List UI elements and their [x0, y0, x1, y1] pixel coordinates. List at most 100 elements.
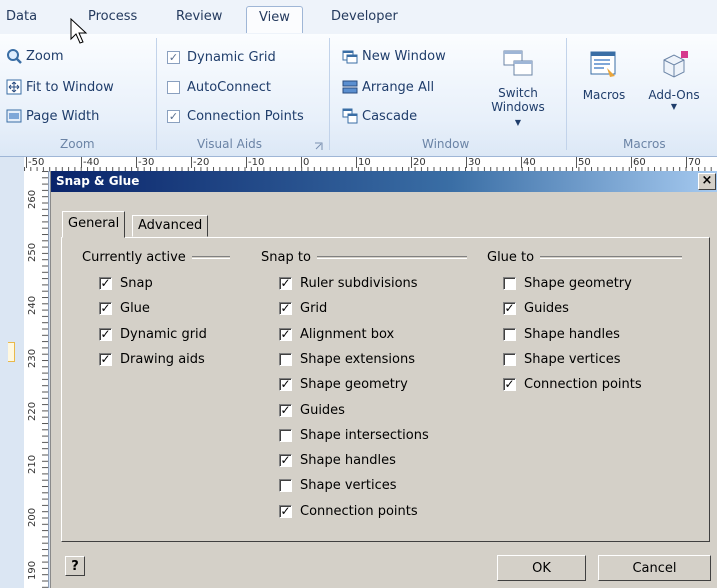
section-divider — [316, 256, 467, 259]
checkbox-label: Shape handles — [300, 453, 396, 469]
tab-review[interactable]: Review — [176, 9, 222, 24]
glue-to-checkbox[interactable]: Shape vertices — [503, 352, 621, 367]
cancel-button[interactable]: Cancel — [598, 555, 711, 581]
macros-label: Macros — [582, 88, 626, 102]
snap-to-checkbox[interactable]: Shape intersections — [279, 428, 429, 443]
ok-button[interactable]: OK — [497, 555, 586, 581]
currently-active-checkbox[interactable]: ✓ Snap — [99, 276, 153, 291]
checkbox-icon — [167, 81, 180, 94]
dynamic-grid-checkbox[interactable]: ✓ Dynamic Grid — [167, 50, 276, 65]
tab-data[interactable]: Data — [6, 9, 37, 24]
checkbox-icon — [279, 479, 292, 493]
snap-to-checkbox[interactable]: ✓ Grid — [279, 301, 327, 316]
switch-windows-button[interactable]: Switch Windows ▼ — [480, 48, 556, 128]
checkbox-icon: ✓ — [279, 453, 292, 468]
help-button[interactable]: ? — [65, 556, 85, 576]
checkbox-icon: ✓ — [99, 326, 112, 341]
snap-to-checkbox[interactable]: ✓ Connection points — [279, 504, 418, 519]
snap-to-checkbox[interactable]: ✓ Guides — [279, 403, 345, 418]
macros-button[interactable]: Macros — [575, 48, 633, 102]
snap-to-checkbox[interactable]: ✓ Alignment box — [279, 327, 394, 342]
glue-to-checkbox[interactable]: Shape handles — [503, 327, 620, 342]
glue-to-checkbox[interactable]: ✓ Guides — [503, 301, 569, 316]
ruler-label: 230 — [27, 348, 38, 368]
ruler-label: -10 — [246, 157, 265, 168]
page-width-button[interactable]: Page Width — [6, 108, 99, 124]
ruler-label: 50 — [576, 157, 591, 168]
snap-to-checkbox[interactable]: ✓ Shape handles — [279, 453, 396, 468]
dynamic-grid-label: Dynamic Grid — [187, 50, 276, 65]
checkbox-label: Connection points — [524, 377, 642, 393]
add-ons-button[interactable]: Add-Ons ▼ — [641, 48, 707, 111]
switch-windows-icon — [502, 48, 534, 80]
checkbox-label: Shape vertices — [524, 351, 621, 367]
checkbox-label: Ruler subdivisions — [300, 276, 418, 291]
ruler-label: 190 — [27, 560, 38, 580]
snap-to-checkbox[interactable]: Shape vertices — [279, 478, 397, 493]
checkbox-icon: ✓ — [99, 351, 112, 366]
checkbox-label: Grid — [300, 301, 328, 317]
ruler-label: 40 — [521, 157, 536, 168]
checkbox-icon: ✓ — [167, 110, 180, 123]
snap-to-checkbox[interactable]: ✓ Shape geometry — [279, 377, 408, 392]
zoom-group-label: Zoom — [60, 137, 95, 151]
ribbon-tab-bar: Data Process Review View Developer — [0, 0, 717, 35]
checkbox-label: Shape vertices — [300, 478, 397, 494]
vertical-ruler: 260 250 240 230 220 210 200 190 — [24, 171, 49, 588]
section-label: Snap to — [261, 250, 311, 265]
window-group: New Window Arrange All Cascade Switch Wi… — [330, 34, 566, 156]
close-button[interactable]: × — [698, 173, 716, 190]
checkbox-icon — [503, 277, 516, 290]
snap-to-checkbox[interactable]: Shape extensions — [279, 352, 415, 367]
autoconnect-checkbox[interactable]: AutoConnect — [167, 80, 271, 95]
switch-windows-label: Switch Windows — [491, 86, 545, 114]
ruler-label: 20 — [411, 157, 426, 168]
ruler-label: 240 — [27, 295, 38, 315]
checkbox-icon: ✓ — [503, 301, 516, 316]
tab-general[interactable]: General — [62, 211, 126, 238]
fit-to-window-button[interactable]: Fit to Window — [6, 79, 114, 95]
currently-active-checkbox[interactable]: ✓ Glue — [99, 301, 150, 316]
currently-active-checkbox[interactable]: ✓ Dynamic grid — [99, 327, 207, 342]
currently-active-heading: Currently active — [82, 250, 230, 265]
ruler-label: 250 — [27, 242, 38, 262]
checkbox-icon — [279, 352, 292, 366]
macros-group: Macros Add-Ons ▼ Macros — [567, 34, 717, 156]
visual-aids-group: ✓ Dynamic Grid AutoConnect ✓ Connection … — [157, 34, 329, 156]
new-window-label: New Window — [362, 48, 446, 64]
dialog-titlebar[interactable]: Snap & Glue × — [51, 171, 717, 192]
ruler-label: 210 — [27, 454, 38, 474]
glue-to-checkbox[interactable]: ✓ Connection points — [503, 377, 642, 392]
zoom-button[interactable]: Zoom — [6, 48, 63, 64]
ruler-label: 30 — [466, 157, 481, 168]
tab-process[interactable]: Process — [88, 9, 137, 24]
checkbox-label: Guides — [524, 301, 569, 317]
connection-points-checkbox[interactable]: ✓ Connection Points — [167, 109, 304, 124]
currently-active-checkbox[interactable]: ✓ Drawing aids — [99, 352, 205, 367]
arrange-all-icon — [342, 79, 358, 95]
dialog-launcher-icon[interactable] — [314, 140, 323, 150]
ribbon-panel: Zoom Fit to Window Page Width Zoom ✓ Dyn… — [0, 34, 717, 157]
tab-advanced[interactable]: Advanced — [132, 215, 209, 237]
ruler-label: 220 — [27, 401, 38, 421]
tab-view[interactable]: View — [246, 6, 303, 33]
dialog-title: Snap & Glue — [56, 174, 140, 188]
snap-to-heading: Snap to — [261, 250, 467, 265]
snap-glue-dialog: Snap & Glue × General Advanced Currently… — [50, 171, 717, 588]
page-width-label: Page Width — [26, 108, 100, 124]
tab-developer[interactable]: Developer — [331, 9, 398, 24]
page-width-icon — [6, 108, 22, 124]
macros-icon — [588, 48, 620, 80]
horizontal-ruler: -50 -40 -30 -20 -10 0 10 20 30 40 50 60 70 — [24, 157, 717, 172]
checkbox-icon: ✓ — [167, 51, 180, 64]
ruler-label: 10 — [356, 157, 371, 168]
arrange-all-button[interactable]: Arrange All — [342, 79, 434, 95]
fit-to-window-label: Fit to Window — [26, 79, 114, 95]
visual-aids-group-label: Visual Aids — [197, 137, 263, 151]
zoom-group: Zoom Fit to Window Page Width Zoom — [0, 34, 156, 156]
new-window-button[interactable]: New Window — [342, 48, 446, 64]
glue-to-checkbox[interactable]: Shape geometry — [503, 276, 632, 291]
cascade-button[interactable]: Cascade — [342, 108, 417, 124]
snap-to-checkbox[interactable]: ✓ Ruler subdivisions — [279, 276, 418, 291]
pane-handle[interactable] — [8, 342, 15, 362]
